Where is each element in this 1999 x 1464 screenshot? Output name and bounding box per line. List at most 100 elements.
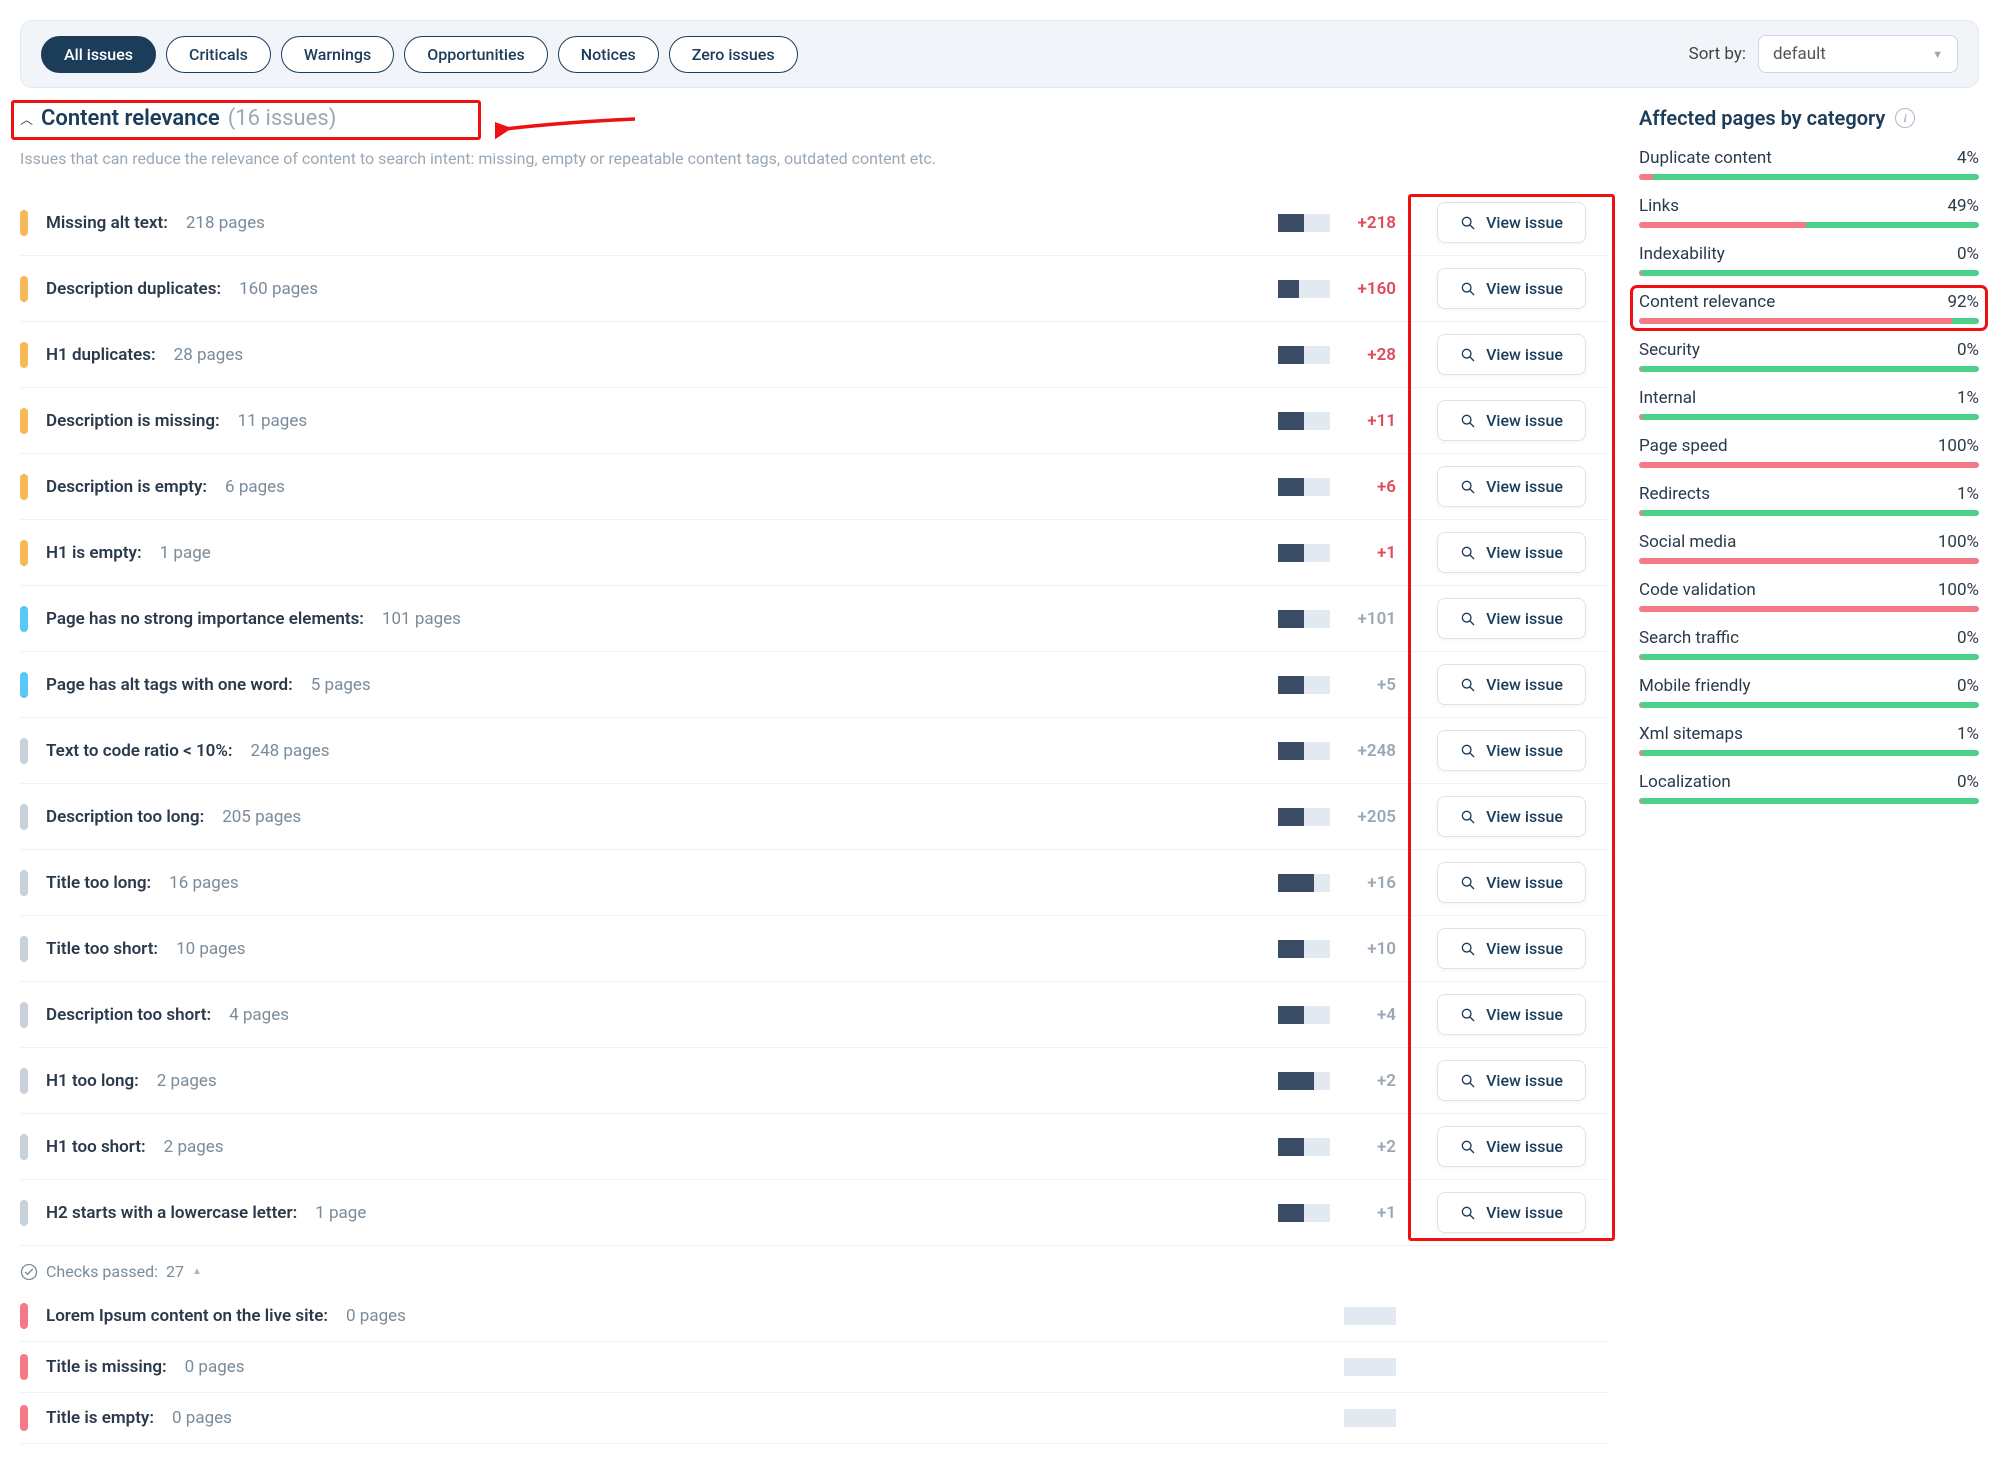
category-row[interactable]: Mobile friendly0% [1639, 676, 1979, 708]
checks-passed-toggle[interactable]: Checks passed: 27 ▲ [20, 1246, 1609, 1291]
view-issue-button[interactable]: View issue [1437, 796, 1586, 837]
view-issue-button[interactable]: View issue [1437, 862, 1586, 903]
triangle-up-icon: ▲ [192, 1266, 202, 1277]
view-issue-button[interactable]: View issue [1437, 994, 1586, 1035]
category-bar [1639, 318, 1979, 324]
category-row[interactable]: Content relevance92% [1635, 290, 1983, 326]
filter-pill-opportunities[interactable]: Opportunities [404, 36, 548, 73]
severity-indicator [20, 1200, 28, 1226]
category-row[interactable]: Redirects1% [1639, 484, 1979, 516]
category-row[interactable]: Localization0% [1639, 772, 1979, 804]
category-name: Duplicate content [1639, 148, 1772, 168]
checks-passed-count: 27 [166, 1262, 184, 1281]
category-row[interactable]: Duplicate content4% [1639, 148, 1979, 180]
category-row[interactable]: Page speed100% [1639, 436, 1979, 468]
issue-pages: 248 pages [251, 741, 330, 761]
view-issue-button[interactable]: View issue [1437, 664, 1586, 705]
delta-value: +1 [1346, 543, 1396, 563]
view-issue-button[interactable]: View issue [1437, 1192, 1586, 1233]
issue-row: Description too long:205 pages+205View i… [20, 784, 1609, 850]
view-issue-button[interactable]: View issue [1437, 334, 1586, 375]
issue-pages: 28 pages [174, 345, 243, 365]
category-row[interactable]: Social media100% [1639, 532, 1979, 564]
view-issue-button[interactable]: View issue [1437, 1126, 1586, 1167]
search-icon [1460, 677, 1476, 693]
search-icon [1460, 347, 1476, 363]
filter-pill-all-issues[interactable]: All issues [41, 36, 156, 73]
delta-value: +6 [1346, 477, 1396, 497]
filter-pill-warnings[interactable]: Warnings [281, 36, 394, 73]
view-issue-button[interactable]: View issue [1437, 598, 1586, 639]
chevron-up-icon: ︿ [20, 109, 33, 128]
category-bar [1639, 510, 1979, 516]
category-row[interactable]: Indexability0% [1639, 244, 1979, 276]
category-row[interactable]: Xml sitemaps1% [1639, 724, 1979, 756]
category-bar [1639, 414, 1979, 420]
view-issue-button[interactable]: View issue [1437, 268, 1586, 309]
trend-chart: +248 [1216, 741, 1396, 761]
sort-select[interactable]: default ▼ [1758, 35, 1958, 73]
issue-name: Lorem Ipsum content on the live site: [46, 1306, 328, 1326]
view-issue-button[interactable]: View issue [1437, 400, 1586, 441]
filter-pill-criticals[interactable]: Criticals [166, 36, 271, 73]
issue-name: Text to code ratio < 10%: [46, 741, 233, 761]
category-name: Security [1639, 340, 1700, 360]
view-issue-button[interactable]: View issue [1437, 466, 1586, 507]
issue-row: H1 is empty:1 page+1View issue [20, 520, 1609, 586]
section-header[interactable]: ︿ Content relevance (16 issues) [20, 106, 336, 131]
sidebar: Affected pages by category i Duplicate c… [1639, 106, 1979, 820]
filter-bar: All issues Criticals Warnings Opportunities… [20, 20, 1979, 88]
view-issue-label: View issue [1486, 741, 1563, 760]
category-row[interactable]: Internal1% [1639, 388, 1979, 420]
delta-value: +28 [1346, 345, 1396, 365]
issue-pages: 11 pages [238, 411, 307, 431]
category-name: Links [1639, 196, 1679, 216]
trend-chart [1344, 1358, 1396, 1376]
trend-chart [1344, 1307, 1396, 1325]
issue-name: Title is empty: [46, 1408, 154, 1428]
delta-value: +16 [1346, 873, 1396, 893]
category-name: Social media [1639, 532, 1736, 552]
category-row[interactable]: Search traffic0% [1639, 628, 1979, 660]
view-issue-button[interactable]: View issue [1437, 532, 1586, 573]
category-row[interactable]: Security0% [1639, 340, 1979, 372]
issue-name: H1 is empty: [46, 543, 142, 563]
view-issue-button[interactable]: View issue [1437, 202, 1586, 243]
trend-chart: +4 [1216, 1005, 1396, 1025]
view-issue-button[interactable]: View issue [1437, 1060, 1586, 1101]
category-row[interactable]: Code validation100% [1639, 580, 1979, 612]
search-icon [1460, 1139, 1476, 1155]
passed-list: Lorem Ipsum content on the live site: 0 p… [20, 1291, 1609, 1444]
search-icon [1460, 875, 1476, 891]
view-issue-label: View issue [1486, 1203, 1563, 1222]
category-percent: 0% [1957, 772, 1979, 792]
category-bar [1639, 366, 1979, 372]
delta-value: +205 [1346, 807, 1396, 827]
issue-row: H1 too long:2 pages+2View issue [20, 1048, 1609, 1114]
filter-pill-notices[interactable]: Notices [558, 36, 659, 73]
delta-value: +2 [1346, 1137, 1396, 1157]
filter-pill-zero-issues[interactable]: Zero issues [669, 36, 798, 73]
category-percent: 1% [1957, 484, 1979, 504]
issue-pages: 1 page [315, 1203, 366, 1223]
search-icon [1460, 941, 1476, 957]
category-name: Mobile friendly [1639, 676, 1751, 696]
view-issue-button[interactable]: View issue [1437, 928, 1586, 969]
trend-chart: +218 [1216, 213, 1396, 233]
delta-value: +218 [1346, 213, 1396, 233]
issue-name: H2 starts with a lowercase letter: [46, 1203, 297, 1223]
trend-chart [1344, 1409, 1396, 1427]
info-icon[interactable]: i [1895, 108, 1915, 128]
category-bar [1639, 558, 1979, 564]
view-issue-label: View issue [1486, 543, 1563, 562]
passed-row: Title is missing:0 pages [20, 1342, 1609, 1393]
category-row[interactable]: Links49% [1639, 196, 1979, 228]
category-bar [1639, 174, 1979, 180]
issue-pages: 0 pages [172, 1408, 232, 1428]
trend-chart: +10 [1216, 939, 1396, 959]
category-name: Internal [1639, 388, 1696, 408]
issue-row: Description duplicates:160 pages+160View… [20, 256, 1609, 322]
issue-name: Missing alt text: [46, 213, 168, 233]
view-issue-label: View issue [1486, 873, 1563, 892]
view-issue-button[interactable]: View issue [1437, 730, 1586, 771]
